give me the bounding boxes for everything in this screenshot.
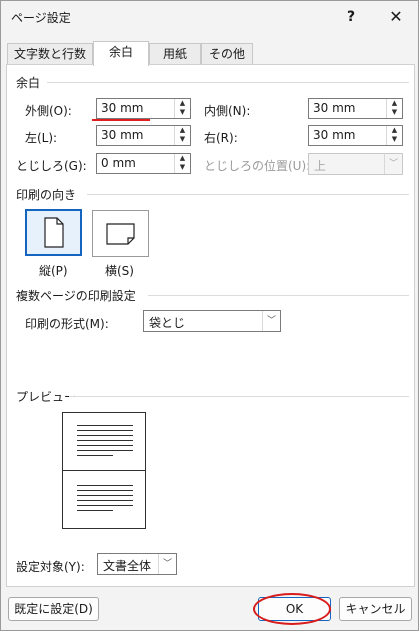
gutter-position-label: とじしろの位置(U): — [204, 159, 311, 173]
outer-margin-value: 30 mm — [101, 101, 144, 115]
multiple-pages-section-title: 複数ページの印刷設定 — [16, 289, 136, 303]
print-format-value: 袋とじ — [149, 316, 186, 330]
inner-margin-label: 内側(N): — [204, 104, 251, 118]
help-button[interactable]: ? — [339, 5, 363, 29]
inner-margin-spinner[interactable]: 30 mm ▲ ▼ — [308, 98, 403, 119]
red-circle-annotation — [253, 593, 331, 625]
preview-text-line — [77, 440, 133, 441]
preview-text-line — [77, 425, 133, 426]
preview-text-line — [77, 505, 133, 506]
gutter-value: 0 mm — [101, 156, 136, 170]
page-setup-dialog: ページ設定 ? ✕ 文字数と行数 余白 用紙 その他 余白 外側(O): 30 … — [0, 0, 419, 631]
left-margin-value: 30 mm — [101, 128, 144, 142]
spin-up-icon[interactable]: ▲ — [175, 99, 190, 108]
margins-section-title: 余白 — [16, 76, 41, 90]
left-margin-label: 左(L): — [25, 131, 58, 145]
landscape-page-icon — [106, 223, 135, 245]
apply-to-value: 文書全体 — [103, 559, 152, 573]
landscape-label: 横(S) — [105, 264, 134, 278]
outer-margin-label: 外側(O): — [25, 104, 72, 118]
inner-margin-value: 30 mm — [313, 101, 356, 115]
preview-text-line — [77, 485, 133, 486]
tab-characters-lines[interactable]: 文字数と行数 — [7, 43, 93, 65]
cancel-button[interactable]: キャンセル — [339, 597, 412, 621]
chevron-down-icon: ﹀ — [384, 154, 402, 174]
page-preview — [62, 412, 146, 529]
landscape-button[interactable] — [92, 210, 149, 257]
preview-section-title: プレビュー — [16, 390, 77, 404]
tab-other[interactable]: その他 — [201, 43, 253, 65]
tab-margins[interactable]: 余白 — [93, 41, 149, 66]
chevron-down-icon: ﹀ — [158, 554, 176, 574]
preview-fold-line — [63, 470, 145, 471]
apply-to-select[interactable]: 文書全体 ﹀ — [97, 553, 177, 575]
spin-up-icon[interactable]: ▲ — [175, 126, 190, 135]
set-as-default-button[interactable]: 既定に設定(D) — [8, 597, 99, 621]
preview-text-line — [77, 455, 113, 456]
portrait-button[interactable] — [25, 209, 82, 256]
gutter-position-value: 上 — [314, 159, 327, 173]
preview-text-line — [77, 450, 133, 451]
print-format-label: 印刷の形式(M): — [25, 317, 109, 331]
red-underline-annotation — [92, 119, 150, 121]
right-margin-value: 30 mm — [313, 128, 356, 142]
left-margin-spinner[interactable]: 30 mm ▲ ▼ — [96, 125, 191, 146]
spin-up-icon[interactable]: ▲ — [387, 99, 402, 108]
dialog-title: ページ設定 — [11, 11, 71, 25]
tab-paper[interactable]: 用紙 — [149, 43, 201, 65]
spin-down-icon[interactable]: ▼ — [387, 135, 402, 144]
margins-section-divider — [47, 82, 409, 83]
preview-text-line — [77, 490, 133, 491]
orientation-section-title: 印刷の向き — [16, 188, 77, 202]
spin-up-icon[interactable]: ▲ — [175, 154, 190, 163]
close-button[interactable]: ✕ — [384, 5, 408, 29]
apply-to-label: 設定対象(Y): — [16, 560, 85, 574]
orientation-section-divider — [87, 194, 409, 195]
chevron-down-icon: ﹀ — [262, 311, 280, 331]
spin-down-icon[interactable]: ▼ — [175, 108, 190, 117]
spin-up-icon[interactable]: ▲ — [387, 126, 402, 135]
right-margin-spinner[interactable]: 30 mm ▲ ▼ — [308, 125, 403, 146]
gutter-position-select[interactable]: 上 ﹀ — [308, 153, 403, 175]
preview-text-line — [77, 495, 133, 496]
spin-down-icon[interactable]: ▼ — [387, 108, 402, 117]
portrait-label: 縦(P) — [39, 264, 68, 278]
spin-down-icon[interactable]: ▼ — [175, 135, 190, 144]
right-margin-label: 右(R): — [204, 131, 238, 145]
preview-text-line — [77, 500, 133, 501]
preview-section-divider — [69, 396, 409, 397]
preview-text-line — [77, 510, 113, 511]
gutter-spinner[interactable]: 0 mm ▲ ▼ — [96, 153, 191, 174]
preview-text-line — [77, 445, 133, 446]
spin-down-icon[interactable]: ▼ — [175, 163, 190, 172]
outer-margin-spinner[interactable]: 30 mm ▲ ▼ — [96, 98, 191, 119]
print-format-select[interactable]: 袋とじ ﹀ — [143, 310, 281, 332]
portrait-page-icon — [44, 217, 64, 248]
title-bar: ページ設定 ? ✕ — [1, 1, 418, 35]
preview-text-line — [77, 435, 133, 436]
preview-text-line — [77, 430, 133, 431]
multiple-pages-section-divider — [148, 295, 409, 296]
gutter-label: とじしろ(G): — [16, 159, 87, 173]
